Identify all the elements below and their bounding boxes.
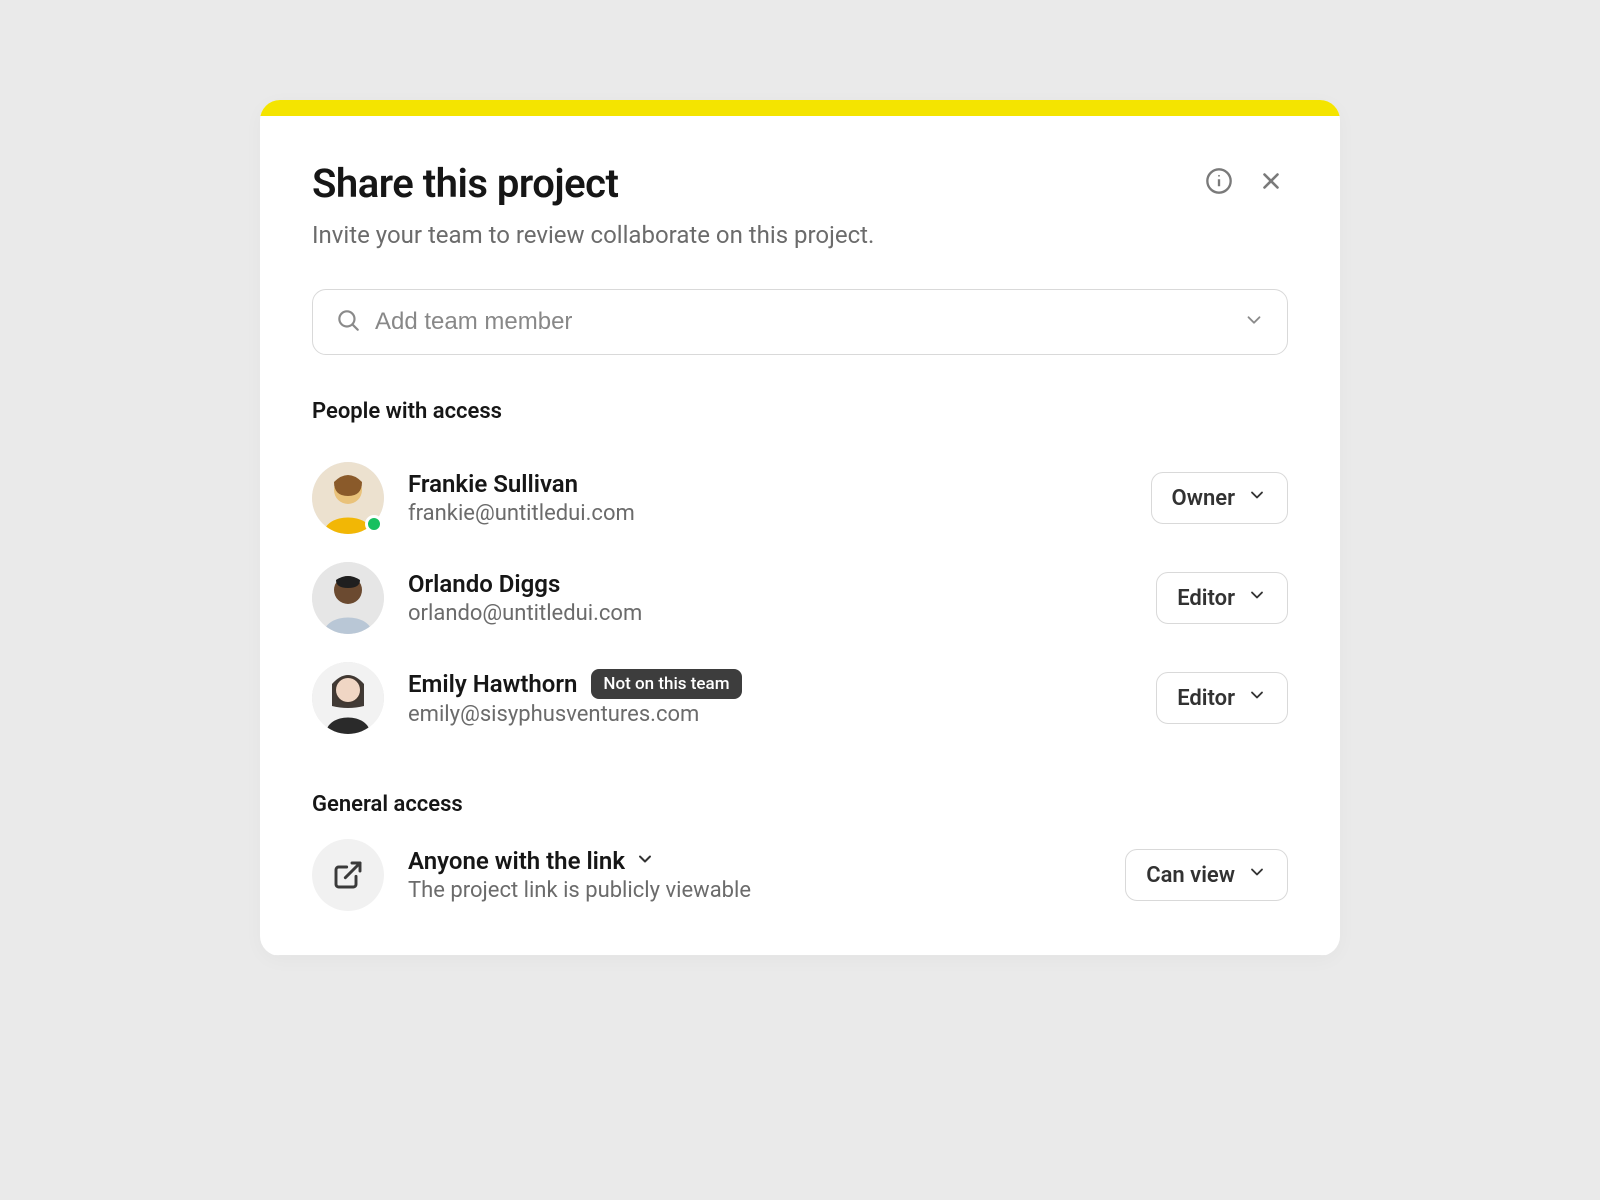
people-section-label: People with access	[312, 399, 1288, 424]
avatar	[312, 462, 384, 534]
role-dropdown[interactable]: Editor	[1156, 672, 1288, 724]
search-icon	[335, 307, 361, 337]
close-icon[interactable]	[1254, 164, 1288, 198]
access-scope-label: Anyone with the link	[408, 847, 625, 875]
role-label: Editor	[1177, 586, 1235, 611]
role-dropdown[interactable]: Owner	[1151, 472, 1288, 524]
external-link-icon	[312, 839, 384, 911]
external-badge: Not on this team	[591, 669, 741, 699]
online-status-dot	[365, 515, 383, 533]
modal-title: Share this project	[312, 160, 618, 207]
accent-bar	[260, 100, 1340, 116]
person-email: orlando@untitledui.com	[408, 601, 1132, 626]
chevron-down-icon	[1243, 309, 1265, 335]
add-member-input[interactable]	[375, 308, 1229, 336]
divider	[260, 955, 1340, 956]
people-list: Frankie Sullivan frankie@untitledui.com …	[312, 448, 1288, 748]
permission-dropdown[interactable]: Can view	[1125, 849, 1288, 901]
person-name: Emily Hawthorn	[408, 670, 577, 698]
chevron-down-icon	[1247, 585, 1267, 611]
general-access-row: Anyone with the link The project link is…	[312, 839, 1288, 955]
modal-subtitle: Invite your team to review collaborate o…	[312, 221, 1288, 249]
access-scope-dropdown[interactable]: Anyone with the link	[408, 847, 1101, 875]
role-dropdown[interactable]: Editor	[1156, 572, 1288, 624]
role-label: Owner	[1172, 486, 1235, 511]
person-email: frankie@untitledui.com	[408, 501, 1127, 526]
permission-label: Can view	[1146, 863, 1235, 888]
avatar	[312, 562, 384, 634]
person-row: Frankie Sullivan frankie@untitledui.com …	[312, 448, 1288, 548]
chevron-down-icon	[1247, 862, 1267, 888]
person-row: Emily Hawthorn Not on this team emily@si…	[312, 648, 1288, 748]
chevron-down-icon	[1247, 685, 1267, 711]
general-section-label: General access	[312, 792, 1288, 817]
info-icon[interactable]	[1202, 164, 1236, 198]
modal-header: Share this project	[312, 160, 1288, 207]
add-member-combobox[interactable]	[312, 289, 1288, 355]
access-scope-description: The project link is publicly viewable	[408, 878, 1101, 903]
chevron-down-icon	[1247, 485, 1267, 511]
role-label: Editor	[1177, 686, 1235, 711]
person-name: Orlando Diggs	[408, 570, 560, 598]
share-modal: Share this project Invite your t	[260, 100, 1340, 956]
avatar	[312, 662, 384, 734]
person-row: Orlando Diggs orlando@untitledui.com Edi…	[312, 548, 1288, 648]
chevron-down-icon	[635, 847, 655, 875]
person-email: emily@sisyphusventures.com	[408, 702, 1132, 727]
person-name: Frankie Sullivan	[408, 470, 578, 498]
